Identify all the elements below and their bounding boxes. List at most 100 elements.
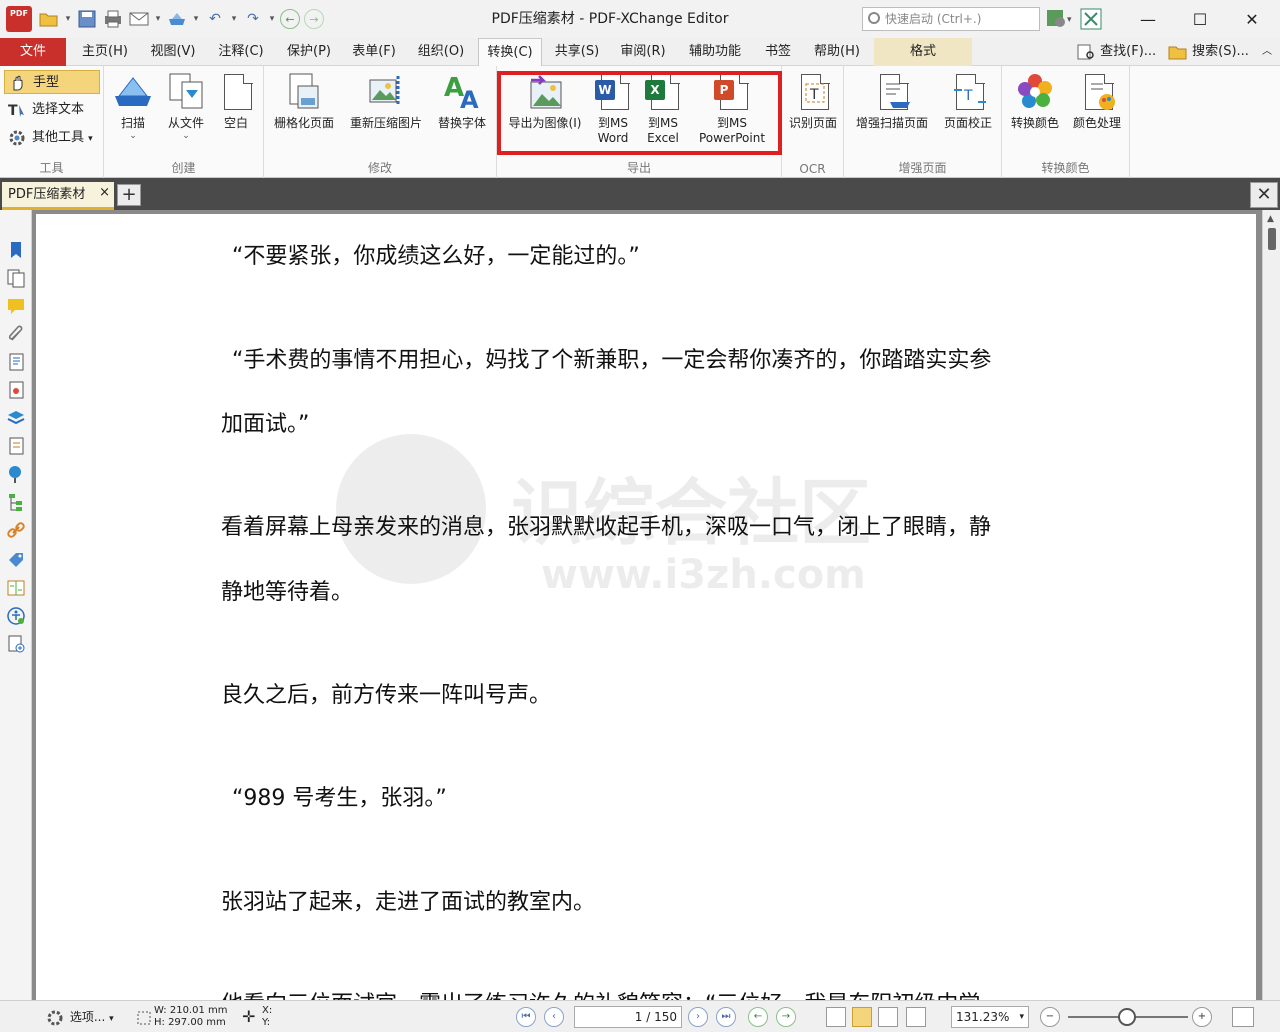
zoom-in-button[interactable]: + bbox=[1192, 1007, 1212, 1027]
print-icon[interactable] bbox=[102, 8, 124, 30]
facing-view-icon[interactable] bbox=[878, 1007, 898, 1027]
blank-button[interactable]: 空白 bbox=[214, 72, 258, 156]
new-tab-button[interactable]: + bbox=[117, 184, 141, 206]
redo-dropdown-icon[interactable]: ▾ bbox=[268, 14, 276, 24]
search-button[interactable]: 搜索(S)... bbox=[1168, 38, 1249, 66]
comments-panel-icon[interactable] bbox=[6, 296, 26, 316]
app-icon[interactable]: PDF bbox=[6, 6, 32, 32]
enhance-scan-button[interactable]: 增强扫描页面 bbox=[848, 72, 936, 156]
scrollbar-thumb[interactable] bbox=[1268, 228, 1276, 250]
page-height: H: 297.00 mm bbox=[154, 1017, 226, 1028]
fullscreen-view-icon[interactable] bbox=[1232, 1007, 1254, 1027]
save-icon[interactable] bbox=[76, 8, 98, 30]
select-text-button[interactable]: T 选择文本 bbox=[4, 98, 100, 122]
minimize-button[interactable]: — bbox=[1122, 0, 1174, 38]
pdf-page-panel-icon[interactable] bbox=[6, 380, 26, 400]
tab-bookmarks[interactable]: 书签 bbox=[756, 38, 800, 66]
zoom-slider-knob[interactable] bbox=[1118, 1008, 1136, 1026]
page-number-input[interactable]: 1 / 150 bbox=[574, 1006, 682, 1028]
tab-protect[interactable]: 保护(P) bbox=[278, 38, 340, 66]
scan-dropdown-icon[interactable]: ▾ bbox=[192, 14, 200, 24]
tab-form[interactable]: 表单(F) bbox=[344, 38, 404, 66]
continuous-facing-view-icon[interactable] bbox=[906, 1007, 926, 1027]
maximize-button[interactable]: ☐ bbox=[1174, 0, 1226, 38]
paragraph-line: 张羽站了起来，走进了面试的教室内。 bbox=[221, 890, 596, 915]
back-view-button[interactable]: ← bbox=[748, 1007, 768, 1027]
other-tools-button[interactable]: 其他工具 ▾ bbox=[4, 126, 100, 150]
email-dropdown-icon[interactable]: ▾ bbox=[154, 14, 162, 24]
back-icon[interactable]: ← bbox=[280, 9, 300, 29]
close-window-button[interactable]: ✕ bbox=[1226, 0, 1278, 38]
document-tab[interactable]: PDF压缩素材 × bbox=[2, 182, 114, 210]
scroll-up-icon[interactable]: ▲ bbox=[1267, 214, 1274, 224]
close-tab-icon[interactable]: × bbox=[99, 180, 110, 206]
status-bar: 选项... ▾ W: 210.01 mm H: 297.00 mm ✛ X: Y… bbox=[0, 1000, 1280, 1032]
previous-page-button[interactable]: ‹ bbox=[544, 1007, 564, 1027]
redo-icon[interactable]: ↷ bbox=[242, 8, 264, 30]
rasterize-page-button[interactable]: 栅格化页面 bbox=[266, 72, 342, 156]
find-button[interactable]: 查找(F)... bbox=[1076, 38, 1156, 66]
layers-panel-icon[interactable] bbox=[6, 408, 26, 428]
replace-fonts-button[interactable]: AA 替换字体 bbox=[430, 72, 494, 156]
structure-panel-icon[interactable] bbox=[6, 492, 26, 512]
tags-panel-icon[interactable] bbox=[6, 550, 26, 570]
thumbnails-panel-icon[interactable] bbox=[6, 268, 26, 288]
email-icon[interactable] bbox=[128, 8, 150, 30]
vertical-scrollbar[interactable]: ▲ bbox=[1262, 210, 1280, 1000]
destinations-panel-icon[interactable] bbox=[6, 464, 26, 484]
customize-ui-icon[interactable]: ▾ bbox=[1046, 8, 1072, 30]
links-panel-icon[interactable] bbox=[6, 520, 26, 540]
tab-convert[interactable]: 转换(C) bbox=[478, 38, 542, 67]
file-menu[interactable]: 文件 bbox=[0, 38, 66, 66]
undo-icon[interactable]: ↶ bbox=[204, 8, 226, 30]
from-file-button[interactable]: 从文件 ⌄ bbox=[158, 72, 214, 156]
hand-tool-button[interactable]: 手型 bbox=[4, 70, 100, 94]
page-deskew-button[interactable]: T 页面校正 bbox=[938, 72, 998, 156]
scan-icon[interactable] bbox=[166, 8, 188, 30]
recognize-page-button[interactable]: T 识别页面 bbox=[784, 72, 842, 156]
tab-view[interactable]: 视图(V) bbox=[142, 38, 204, 66]
color-processing-button[interactable]: 颜色处理 bbox=[1066, 72, 1128, 156]
scan-button[interactable]: 扫描 ⌄ bbox=[108, 72, 158, 156]
last-page-button[interactable]: ⏭ bbox=[716, 1007, 736, 1027]
first-page-button[interactable]: ⏮ bbox=[516, 1007, 536, 1027]
next-page-button[interactable]: › bbox=[688, 1007, 708, 1027]
content-panel-icon[interactable] bbox=[6, 352, 26, 372]
compare-panel-icon[interactable] bbox=[6, 578, 26, 598]
zoom-out-button[interactable]: − bbox=[1040, 1007, 1060, 1027]
hand-tool-label: 手型 bbox=[33, 75, 60, 90]
open-dropdown-icon[interactable]: ▾ bbox=[64, 14, 72, 24]
accessibility-panel-icon[interactable] bbox=[6, 606, 26, 626]
convert-colors-button[interactable]: 转换颜色 bbox=[1004, 72, 1066, 156]
attachments-panel-icon[interactable] bbox=[6, 324, 26, 344]
zoom-level-select[interactable]: 131.23% ▾ bbox=[951, 1006, 1029, 1028]
fullscreen-icon[interactable] bbox=[1080, 8, 1102, 30]
tab-comment[interactable]: 注释(C) bbox=[210, 38, 272, 66]
tab-share[interactable]: 共享(S) bbox=[546, 38, 608, 66]
document-canvas[interactable]: 识综合社区 www.i3zh.com “不要紧张，你成绩这么好，一定能过的。” … bbox=[32, 210, 1262, 1000]
bookmarks-panel-icon[interactable] bbox=[6, 240, 26, 260]
paragraph-line: 加面试。” bbox=[221, 412, 310, 437]
tab-organize[interactable]: 组织(O) bbox=[410, 38, 472, 66]
options-button[interactable]: 选项... ▾ bbox=[46, 1001, 114, 1032]
collapse-ribbon-icon[interactable]: ︿ bbox=[1262, 38, 1272, 66]
tab-accessibility[interactable]: 辅助功能 bbox=[680, 38, 750, 66]
forward-icon[interactable]: → bbox=[304, 9, 324, 29]
document-properties-icon[interactable] bbox=[6, 436, 26, 456]
tab-review[interactable]: 审阅(R) bbox=[612, 38, 674, 66]
undo-dropdown-icon[interactable]: ▾ bbox=[230, 14, 238, 24]
convert-colors-label: 转换颜色 bbox=[1010, 116, 1059, 130]
quick-launch-input[interactable]: 快速启动 (Ctrl+.) bbox=[862, 7, 1040, 31]
close-document-button[interactable]: ✕ bbox=[1250, 182, 1278, 208]
tab-home[interactable]: 主页(H) bbox=[74, 38, 136, 66]
current-page: 1 bbox=[634, 1010, 643, 1024]
tab-help[interactable]: 帮助(H) bbox=[806, 38, 868, 66]
signatures-panel-icon[interactable] bbox=[6, 634, 26, 654]
scanner-icon bbox=[113, 72, 153, 112]
continuous-view-icon[interactable] bbox=[852, 1007, 872, 1027]
recompress-images-button[interactable]: 重新压缩图片 bbox=[342, 72, 430, 156]
forward-view-button[interactable]: → bbox=[776, 1007, 796, 1027]
tab-format[interactable]: 格式 bbox=[874, 38, 972, 66]
open-folder-icon[interactable] bbox=[38, 8, 60, 30]
single-page-view-icon[interactable] bbox=[826, 1007, 846, 1027]
